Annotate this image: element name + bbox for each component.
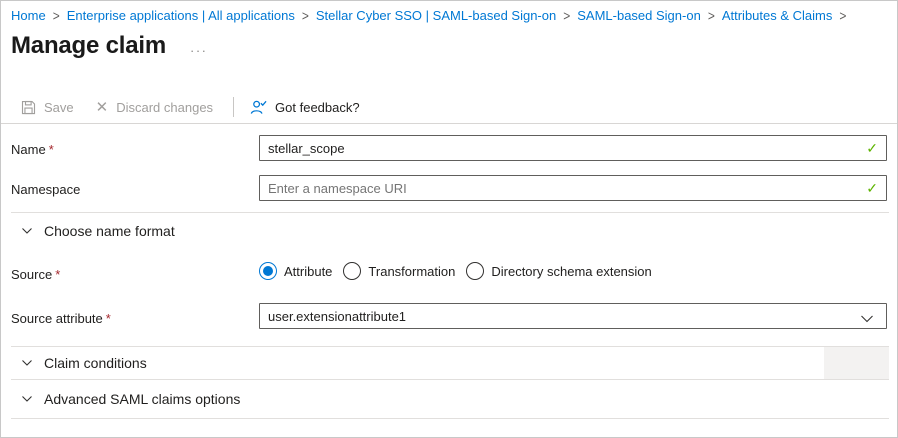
section-label: Choose name format: [44, 223, 175, 239]
name-field-wrap: ✓: [259, 135, 887, 161]
breadcrumb-attributes-claims[interactable]: Attributes & Claims: [722, 8, 833, 23]
namespace-input[interactable]: [259, 175, 887, 201]
radio-label: Attribute: [284, 264, 332, 279]
choose-name-format-section[interactable]: Choose name format: [21, 223, 175, 239]
advanced-saml-claims-options-section[interactable]: Advanced SAML claims options: [21, 391, 240, 407]
manage-claim-page: Home > Enterprise applications | All app…: [0, 0, 898, 438]
section-divider: [11, 379, 889, 380]
radio-button-icon: [259, 262, 277, 280]
breadcrumb: Home > Enterprise applications | All app…: [11, 8, 853, 23]
chevron-down-icon: [21, 225, 33, 237]
namespace-field-label: Namespace: [11, 182, 80, 197]
toolbar-separator: [233, 97, 234, 117]
required-asterisk: *: [49, 142, 54, 157]
dropdown-value: user.extensionattribute1: [268, 309, 406, 324]
breadcrumb-separator-icon: >: [701, 7, 722, 23]
source-attribute-field-label: Source attribute*: [11, 311, 111, 326]
save-floppy-icon: [21, 100, 36, 115]
radio-button-icon: [343, 262, 361, 280]
breadcrumb-separator-icon: >: [46, 7, 67, 23]
scrollbar-hover-block: [824, 347, 889, 379]
more-options-icon[interactable]: ···: [190, 43, 208, 58]
save-button[interactable]: Save: [21, 100, 74, 115]
discard-button-label: Discard changes: [116, 100, 213, 115]
radio-label: Directory schema extension: [491, 264, 651, 279]
namespace-field-wrap: ✓: [259, 175, 887, 201]
command-bar: Save ✕ Discard changes Got feedback?: [21, 94, 360, 120]
radio-transformation[interactable]: Transformation: [343, 262, 455, 280]
breadcrumb-separator-icon: >: [295, 7, 316, 23]
breadcrumb-separator-icon: >: [832, 7, 853, 23]
toolbar-divider: [1, 123, 898, 124]
got-feedback-button[interactable]: Got feedback?: [250, 99, 360, 116]
discard-changes-button[interactable]: ✕ Discard changes: [96, 100, 213, 115]
radio-label: Transformation: [368, 264, 455, 279]
feedback-person-icon: [250, 99, 267, 116]
radio-directory-schema-extension[interactable]: Directory schema extension: [466, 262, 651, 280]
chevron-down-icon: [860, 312, 874, 327]
claim-conditions-section[interactable]: Claim conditions: [21, 355, 147, 371]
feedback-button-label: Got feedback?: [275, 100, 360, 115]
section-label: Claim conditions: [44, 355, 147, 371]
source-attribute-dropdown[interactable]: user.extensionattribute1: [259, 303, 887, 329]
required-asterisk: *: [55, 267, 60, 282]
discard-x-icon: ✕: [96, 100, 109, 115]
name-field-label: Name*: [11, 142, 54, 157]
breadcrumb-home[interactable]: Home: [11, 8, 46, 23]
source-field-label: Source*: [11, 267, 60, 282]
radio-button-icon: [466, 262, 484, 280]
title-row: Manage claim ···: [11, 32, 208, 60]
breadcrumb-stellar-cyber-sso[interactable]: Stellar Cyber SSO | SAML-based Sign-on: [316, 8, 556, 23]
section-divider: [11, 346, 889, 347]
section-divider: [11, 212, 889, 213]
breadcrumb-separator-icon: >: [556, 7, 577, 23]
breadcrumb-saml-based-sign-on[interactable]: SAML-based Sign-on: [577, 8, 701, 23]
name-input[interactable]: [259, 135, 887, 161]
section-divider: [11, 418, 889, 419]
section-label: Advanced SAML claims options: [44, 391, 240, 407]
chevron-down-icon: [21, 357, 33, 369]
page-title: Manage claim: [11, 32, 166, 60]
radio-attribute[interactable]: Attribute: [259, 262, 332, 280]
breadcrumb-enterprise-applications[interactable]: Enterprise applications | All applicatio…: [67, 8, 295, 23]
save-button-label: Save: [44, 100, 74, 115]
required-asterisk: *: [106, 311, 111, 326]
source-radio-group: Attribute Transformation Directory schem…: [259, 262, 663, 280]
chevron-down-icon: [21, 393, 33, 405]
